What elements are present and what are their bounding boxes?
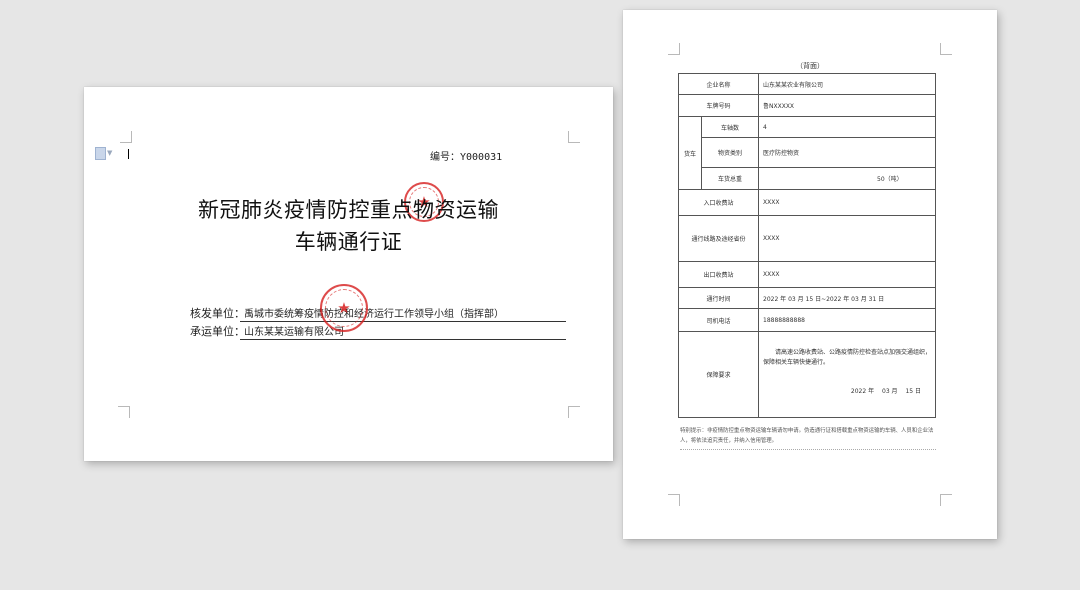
- guarantee-date: 2022 年 03 月 15 日: [850, 388, 921, 395]
- document-title-line-2: 车辆通行证: [294, 230, 403, 254]
- front-page: ▼ 编号：Y000031 新冠肺炎疫情防控重点物资运输 车辆通行证 核发单位： …: [84, 87, 613, 461]
- red-seal-stamp-issuer: [320, 284, 368, 332]
- margin-mark-top-left: [668, 43, 680, 55]
- serial-number: 编号：Y000031: [430, 152, 503, 163]
- phone-value[interactable]: 18888888888: [758, 308, 936, 332]
- margin-mark-top-right: [568, 131, 580, 143]
- plate-label: 车牌号码: [678, 94, 759, 117]
- route-label: 通行线路及途经省份: [678, 215, 759, 262]
- issuer-label: 核发单位：: [190, 307, 245, 320]
- back-page: （背面） 企业名称 山东某某农业有限公司 车牌号码 鲁NXXXXX 货车 车轴数…: [623, 10, 997, 539]
- margin-mark-bottom-right: [568, 406, 580, 418]
- plate-value[interactable]: 鲁NXXXXX: [758, 94, 936, 117]
- axles-value[interactable]: 4: [758, 116, 936, 138]
- guarantee-text: 请高速公路收费站、公路疫情防控检查站点加强交通组织，保障相关车辆快捷通行。: [763, 349, 932, 366]
- guarantee-label: 保障要求: [678, 331, 759, 418]
- margin-mark-top-right: [940, 43, 952, 55]
- exit-label: 出口收费站: [678, 261, 759, 288]
- guarantee-cell[interactable]: 请高速公路收费站、公路疫情防控检查站点加强交通组织，保障相关车辆快捷通行。 20…: [758, 331, 936, 418]
- margin-mark-bottom-left: [668, 494, 680, 506]
- permit-info-table: 企业名称 山东某某农业有限公司 车牌号码 鲁NXXXXX 货车 车轴数 4 物资…: [678, 73, 936, 418]
- company-value[interactable]: 山东某某农业有限公司: [758, 73, 936, 95]
- phone-label: 司机电话: [678, 308, 759, 332]
- entry-label: 入口收费站: [678, 189, 759, 216]
- goods-label: 物资类别: [701, 137, 759, 168]
- paste-options-icon[interactable]: [95, 147, 106, 160]
- axles-label: 车轴数: [701, 116, 759, 138]
- weight-value[interactable]: 50（吨）: [758, 167, 936, 190]
- text-cursor: [128, 149, 129, 159]
- margin-mark-bottom-right: [940, 494, 952, 506]
- goods-value[interactable]: 医疗防控物资: [758, 137, 936, 168]
- time-value[interactable]: 2022 年 03 月 15 日~2022 年 03 月 31 日: [758, 287, 936, 309]
- issuer-value[interactable]: 禹城市委统筹疫情防控和经济运行工作领导小组（指挥部）: [240, 305, 566, 322]
- special-notice: 特别提示：非疫情防控重点物资运输车辆请勿申请。伪造通行证和搭载重点物资运输的车辆…: [680, 426, 936, 450]
- chevron-down-icon[interactable]: ▼: [107, 149, 112, 157]
- carrier-value[interactable]: 山东某某运输有限公司: [240, 323, 566, 340]
- truck-label: 货车: [678, 116, 702, 190]
- company-label: 企业名称: [678, 73, 759, 95]
- route-value[interactable]: XXXX: [758, 215, 936, 262]
- weight-label: 车货总重: [701, 167, 759, 190]
- carrier-label: 承运单位：: [190, 325, 245, 338]
- document-title-line-1: 新冠肺炎疫情防控重点物资运输: [198, 198, 499, 222]
- margin-mark-bottom-left: [118, 406, 130, 418]
- back-page-title: （背面）: [796, 62, 824, 70]
- exit-value[interactable]: XXXX: [758, 261, 936, 288]
- time-label: 通行时间: [678, 287, 759, 309]
- entry-value[interactable]: XXXX: [758, 189, 936, 216]
- margin-mark-top-left: [120, 131, 132, 143]
